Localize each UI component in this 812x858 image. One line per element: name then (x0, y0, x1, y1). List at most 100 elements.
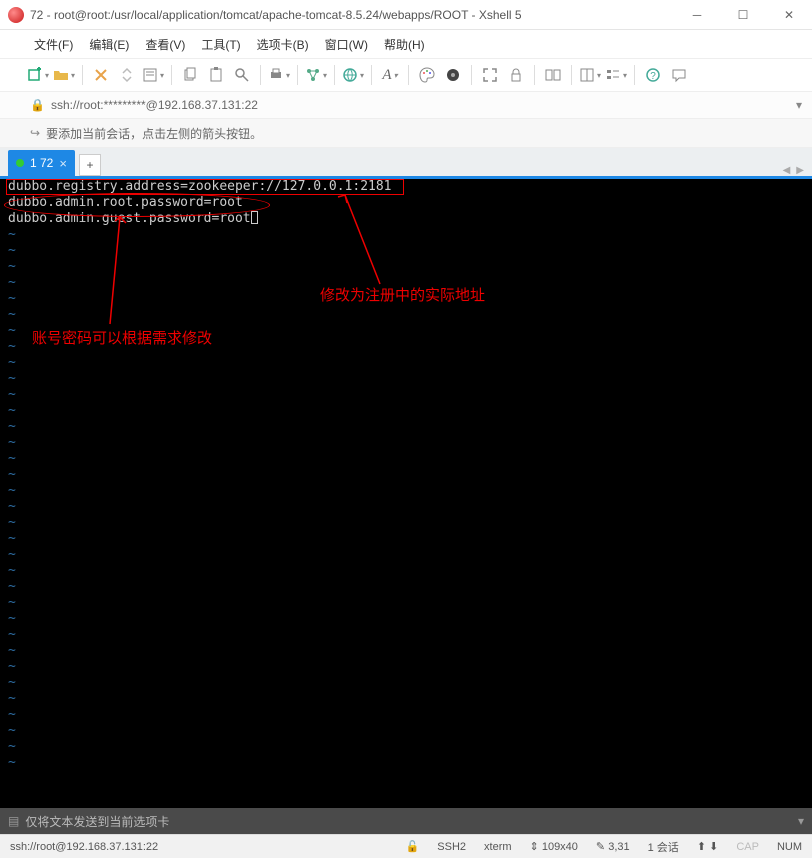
terminal-tilde: ~ (0, 755, 812, 771)
terminal-tilde: ~ (0, 675, 812, 691)
chat-button[interactable] (667, 63, 691, 87)
reconnect-button[interactable] (89, 63, 113, 87)
help-button[interactable]: ? (641, 63, 665, 87)
resize-icon: ⇕ (530, 841, 542, 853)
terminal-line: dubbo.admin.guest.password=root (0, 211, 812, 227)
terminal-tilde: ~ (0, 659, 812, 675)
terminal-tilde: ~ (0, 355, 812, 371)
print-button[interactable] (267, 63, 291, 87)
status-sessions: 1 会话 (648, 839, 679, 855)
menu-view[interactable]: 查看(V) (139, 34, 191, 55)
status-connection: ssh://root@192.168.37.131:22 (10, 841, 158, 853)
terminal-tilde: ~ (0, 691, 812, 707)
terminal-tilde: ~ (0, 371, 812, 387)
disconnect-button[interactable] (115, 63, 139, 87)
window-title: 72 - root@root:/usr/local/application/to… (30, 8, 674, 22)
tab-close-icon[interactable]: × (59, 156, 67, 171)
terminal-tilde: ~ (0, 323, 812, 339)
new-session-button[interactable] (26, 63, 50, 87)
find-button[interactable] (230, 63, 254, 87)
add-tab-button[interactable]: + (79, 154, 101, 176)
terminal-line: dubbo.admin.root.password=root (0, 195, 812, 211)
address-bar[interactable]: 🔒 ssh://root:*********@192.168.37.131:22… (0, 92, 812, 118)
send-dropdown-icon[interactable]: ▾ (798, 814, 804, 828)
maximize-button[interactable]: ☐ (720, 0, 766, 30)
copy-button[interactable] (178, 63, 202, 87)
terminal-tilde: ~ (0, 579, 812, 595)
terminal-tilde: ~ (0, 451, 812, 467)
terminal-tilde: ~ (0, 435, 812, 451)
terminal-tilde: ~ (0, 643, 812, 659)
cursor-icon: ✎ (596, 841, 608, 853)
status-protocol: SSH2 (437, 841, 466, 853)
terminal-tilde: ~ (0, 531, 812, 547)
window-titlebar: 72 - root@root:/usr/local/application/to… (0, 0, 812, 30)
tab-prev-icon[interactable]: ◀ (783, 165, 791, 176)
terminal-tilde: ~ (0, 611, 812, 627)
properties-button[interactable] (141, 63, 165, 87)
view-button[interactable] (604, 63, 628, 87)
hint-arrow-icon[interactable]: ↪ (30, 126, 40, 140)
lock-icon: 🔒 (30, 98, 45, 112)
language-button[interactable] (341, 63, 365, 87)
terminal-tilde: ~ (0, 483, 812, 499)
status-position: 3,31 (608, 841, 629, 853)
transfer-button[interactable] (304, 63, 328, 87)
terminal-line: dubbo.registry.address=zookeeper://127.0… (0, 179, 812, 195)
address-text: ssh://root:*********@192.168.37.131:22 (51, 98, 258, 112)
font-button[interactable]: A (378, 63, 402, 87)
tab-bar: 1 72 × + ◀ ▶ (0, 148, 812, 176)
terminal-tilde: ~ (0, 707, 812, 723)
menu-help[interactable]: 帮助(H) (378, 34, 431, 55)
paste-button[interactable] (204, 63, 228, 87)
status-caps: CAP (736, 841, 759, 853)
sessions-button[interactable] (541, 63, 565, 87)
status-dot-icon (16, 159, 24, 167)
terminal-tilde: ~ (0, 403, 812, 419)
tab-next-icon[interactable]: ▶ (796, 165, 804, 176)
close-button[interactable]: ✕ (766, 0, 812, 30)
send-bar[interactable]: ▤ 仅将文本发送到当前选项卡 ▾ (0, 808, 812, 834)
terminal-tilde: ~ (0, 595, 812, 611)
status-size: 109x40 (542, 841, 578, 853)
minimize-button[interactable]: ─ (674, 0, 720, 30)
tab-label: 1 72 (30, 156, 53, 170)
nav-down-icon[interactable]: ⬇ (709, 841, 718, 853)
fullscreen-button[interactable] (478, 63, 502, 87)
lock-button[interactable] (504, 63, 528, 87)
terminal-tilde: ~ (0, 563, 812, 579)
address-dropdown-icon[interactable]: ▾ (796, 98, 802, 112)
terminal-tilde: ~ (0, 467, 812, 483)
color-scheme-button[interactable] (415, 63, 439, 87)
terminal-tilde: ~ (0, 387, 812, 403)
layout-button[interactable] (578, 63, 602, 87)
menu-file[interactable]: 文件(F) (28, 34, 79, 55)
terminal-tilde: ~ (0, 419, 812, 435)
terminal-tilde: ~ (0, 275, 812, 291)
hint-bar: ↪ 要添加当前会话，点击左侧的箭头按钮。 (0, 118, 812, 148)
terminal-tilde: ~ (0, 739, 812, 755)
screen-button[interactable] (441, 63, 465, 87)
terminal-tilde: ~ (0, 627, 812, 643)
menu-tools[interactable]: 工具(T) (195, 34, 246, 55)
send-placeholder: 仅将文本发送到当前选项卡 (25, 813, 169, 830)
terminal-tilde: ~ (0, 339, 812, 355)
terminal-tilde: ~ (0, 499, 812, 515)
terminal-tilde: ~ (0, 547, 812, 563)
status-lock-icon: 🔓 (406, 840, 420, 853)
status-num: NUM (777, 841, 802, 853)
open-button[interactable] (52, 63, 76, 87)
send-icon: ▤ (8, 814, 19, 828)
terminal-tilde: ~ (0, 227, 812, 243)
terminal-tilde: ~ (0, 515, 812, 531)
nav-up-icon[interactable]: ⬆ (697, 841, 709, 853)
terminal[interactable]: dubbo.registry.address=zookeeper://127.0… (0, 176, 812, 808)
status-term: xterm (484, 841, 512, 853)
hint-text: 要添加当前会话，点击左侧的箭头按钮。 (46, 125, 262, 142)
menu-edit[interactable]: 编辑(E) (83, 34, 135, 55)
menu-window[interactable]: 窗口(W) (319, 34, 374, 55)
session-tab[interactable]: 1 72 × (8, 150, 75, 176)
menu-tabs[interactable]: 选项卡(B) (251, 34, 315, 55)
terminal-tilde: ~ (0, 307, 812, 323)
status-bar: ssh://root@192.168.37.131:22 🔓 SSH2 xter… (0, 834, 812, 858)
